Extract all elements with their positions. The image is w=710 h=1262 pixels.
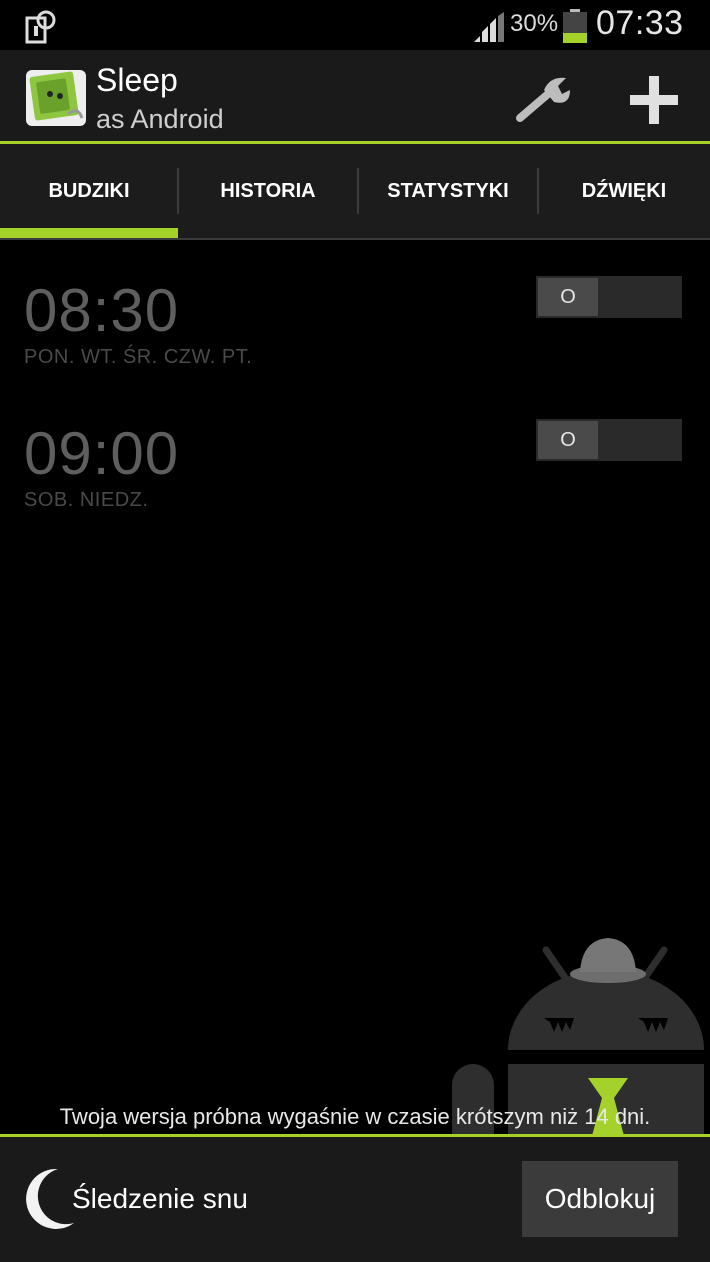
tab-dzwieki[interactable]: DŹWIĘKI: [538, 144, 710, 238]
signal-icon: [474, 12, 504, 42]
battery-icon: [563, 9, 587, 43]
alarm-item[interactable]: 09:00 SOB. NIEDZ. O: [0, 419, 710, 549]
status-time: 07:33: [596, 4, 684, 42]
tab-budziki[interactable]: BUDZIKI: [0, 144, 178, 238]
alarm-days: PON. WT. ŚR. CZW. PT.: [24, 346, 253, 368]
plus-icon[interactable]: [628, 74, 680, 126]
tab-statystyki[interactable]: STATYSTYKI: [358, 144, 538, 238]
sleep-tracking-label: Śledzenie snu: [72, 1183, 248, 1214]
alarm-toggle[interactable]: O: [536, 276, 682, 318]
alarm-item[interactable]: 08:30 PON. WT. ŚR. CZW. PT. O: [0, 276, 710, 406]
status-bar: 30% 07:33: [0, 0, 710, 50]
sleep-tracking-button[interactable]: Śledzenie snu: [0, 1137, 300, 1262]
unlock-button[interactable]: Odblokuj: [522, 1161, 678, 1237]
moon-icon: [26, 1168, 74, 1229]
toggle-knob: O: [538, 278, 598, 316]
alarm-time: 09:00: [24, 420, 180, 487]
app-logo-icon: [26, 70, 86, 126]
alarm-toggle[interactable]: O: [536, 419, 682, 461]
tab-historia[interactable]: HISTORIA: [178, 144, 358, 238]
toggle-knob: O: [538, 421, 598, 459]
alarm-time: 08:30: [24, 277, 180, 344]
action-bar: Sleep as Android: [0, 50, 710, 142]
tab-bar: BUDZIKI HISTORIA STATYSTYKI DŹWIĘKI: [0, 144, 710, 240]
selected-tab-indicator: [0, 228, 178, 238]
wrench-icon[interactable]: [514, 72, 578, 124]
trial-expiry-notice: Twoja wersja próbna wygaśnie w czasie kr…: [59, 1104, 651, 1129]
app-subtitle: as Android: [96, 104, 224, 134]
battery-percent: 30%: [510, 10, 559, 37]
nfc-tag-icon: [25, 10, 56, 44]
bottom-bar: Śledzenie snu Odblokuj: [0, 1137, 710, 1262]
app-title: Sleep: [96, 62, 178, 98]
alarm-days: SOB. NIEDZ.: [24, 489, 149, 511]
